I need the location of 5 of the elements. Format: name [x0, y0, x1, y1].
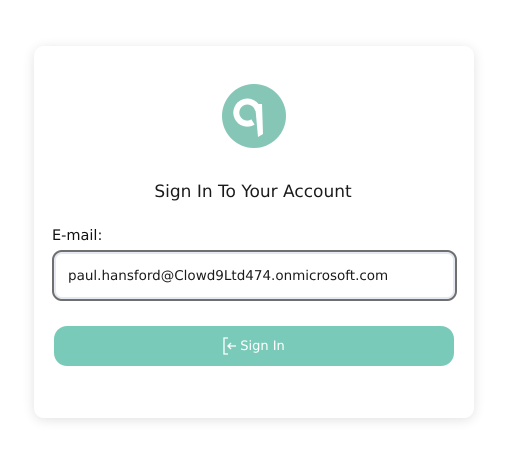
logo-icon [222, 84, 286, 148]
sign-in-title: Sign In To Your Account [153, 182, 353, 202]
email-label: E-mail: [52, 228, 104, 244]
sign-in-icon [223, 337, 238, 355]
email-field[interactable]: paul.hansford@Clowd9Ltd474.onmicrosoft.com [52, 250, 457, 301]
